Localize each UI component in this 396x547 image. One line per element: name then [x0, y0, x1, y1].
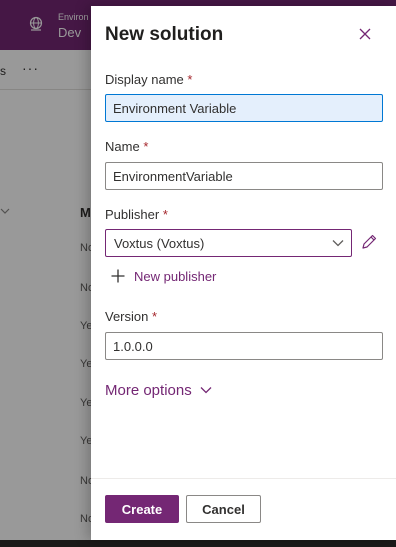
- name-input[interactable]: [105, 162, 383, 190]
- chevron-down-icon: [200, 387, 212, 394]
- display-name-label: Display name *: [105, 72, 193, 87]
- footer-divider: [91, 478, 396, 479]
- new-publisher-label: New publisher: [134, 268, 217, 284]
- required-marker: *: [187, 72, 193, 87]
- required-marker: *: [143, 139, 149, 154]
- more-options-toggle[interactable]: More options: [105, 380, 212, 400]
- publisher-dropdown[interactable]: Voxtus (Voxtus): [105, 229, 352, 257]
- close-icon[interactable]: [355, 24, 375, 44]
- plus-icon: [111, 269, 125, 283]
- new-solution-panel: New solution Display name * Name * Publi…: [91, 6, 396, 540]
- required-marker: *: [162, 207, 168, 222]
- required-marker: *: [152, 309, 158, 324]
- chevron-down-icon: [332, 240, 344, 247]
- new-publisher-button[interactable]: New publisher: [111, 266, 216, 286]
- more-options-label: More options: [105, 381, 192, 399]
- panel-title: New solution: [105, 24, 224, 45]
- create-button[interactable]: Create: [105, 495, 179, 523]
- version-input[interactable]: [105, 332, 383, 360]
- publisher-selected-value: Voxtus (Voxtus): [114, 236, 205, 251]
- cancel-button[interactable]: Cancel: [186, 495, 261, 523]
- version-label: Version *: [105, 309, 158, 324]
- edit-publisher-pencil-icon[interactable]: [360, 233, 378, 251]
- publisher-label: Publisher *: [105, 207, 168, 222]
- display-name-input[interactable]: [105, 94, 383, 122]
- name-label: Name *: [105, 139, 149, 154]
- taskbar-strip: [0, 540, 396, 547]
